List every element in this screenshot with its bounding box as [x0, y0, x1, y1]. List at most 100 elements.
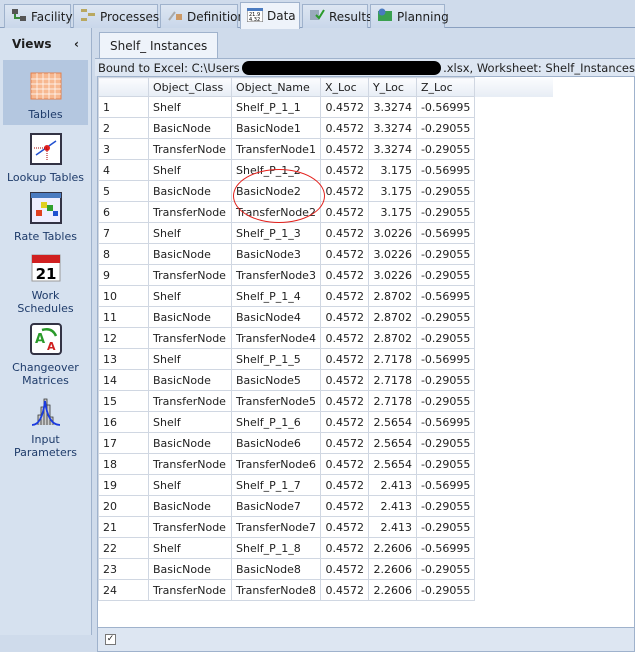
cell-x_loc[interactable]: 0.4572 [319, 138, 369, 160]
cell-object_class[interactable]: Shelf [148, 537, 232, 559]
cell-y_loc[interactable]: 2.5654 [367, 453, 417, 475]
cell-y_loc[interactable]: 3.3274 [367, 138, 417, 160]
cell-y_loc[interactable]: 2.7178 [367, 390, 417, 412]
table-row[interactable]: 18 TransferNode TransferNode6 0.4572 2.5654-… [98, 453, 553, 475]
row-number[interactable]: 11 [98, 306, 149, 328]
column-header-object_name[interactable]: Object_Name [231, 77, 321, 97]
cell-x_loc[interactable]: 0.4572 [319, 285, 369, 307]
cell-y_loc[interactable]: 2.2606 [367, 579, 417, 601]
cell-object_name[interactable]: Shelf_P_1_5 [231, 348, 321, 370]
table-row[interactable]: 7 Shelf Shelf_P_1_3 0.4572 3.0226 -0.56995 [98, 222, 553, 244]
cell-x_loc[interactable]: 0.4572 [319, 348, 369, 370]
cell-x_loc[interactable]: 0.4572 [319, 117, 369, 139]
cell-y_loc[interactable]: 2.8702 [367, 306, 417, 328]
row-number[interactable]: 13 [98, 348, 149, 370]
cell-y_loc[interactable]: 2.2606 [367, 558, 417, 580]
cell-y_loc[interactable]: 2.8702 [367, 327, 417, 349]
column-header-object_class[interactable]: Object_Class [148, 77, 232, 97]
cell-object_class[interactable]: TransferNode [148, 516, 232, 538]
cell-z_loc[interactable]: -0.29055 [415, 369, 476, 391]
sidebar-item-tables[interactable]: Tables [3, 60, 88, 125]
cell-object_name[interactable]: TransferNode6 [231, 453, 321, 475]
table-row[interactable]: 3 TransferNode TransferNode1 0.4572 3.3274 -0… [98, 138, 553, 160]
cell-x_loc[interactable]: 0.4572 [319, 96, 369, 118]
sidebar-item-input-parameters[interactable]: Input Parameters [0, 391, 91, 459]
cell-z_loc[interactable]: -0.29055 [415, 117, 476, 139]
cell-object_class[interactable]: BasicNode [148, 432, 232, 454]
cell-x_loc[interactable]: 0.4572 [319, 537, 369, 559]
row-number[interactable]: 14 [98, 369, 149, 391]
table-row[interactable]: 22 Shelf Shelf_P_1_8 0.4572 2.2606 -0.56995 [98, 537, 553, 559]
cell-x_loc[interactable]: 0.4572 [319, 579, 369, 601]
cell-z_loc[interactable]: -0.29055 [415, 264, 476, 286]
tab-planning[interactable]: Planning [370, 4, 449, 28]
cell-x_loc[interactable]: 0.4572 [319, 180, 369, 202]
tab-data[interactable]: 21.9 4.32 Data [240, 2, 300, 29]
table-row[interactable]: 6 TransferNode TransferNode2 0.4572 3.175 -0.… [98, 201, 553, 223]
table-row[interactable]: 15 TransferNode TransferNode5 0.4572 2.7178-… [98, 390, 553, 412]
cell-y_loc[interactable]: 3.175 [367, 159, 417, 181]
tab-facility[interactable]: Facility [4, 4, 73, 28]
tab-definitions[interactable]: Definitions [160, 4, 251, 28]
cell-x_loc[interactable]: 0.4572 [319, 243, 369, 265]
cell-z_loc[interactable]: -0.56995 [415, 348, 476, 370]
cell-z_loc[interactable]: -0.29055 [415, 516, 476, 538]
table-row[interactable]: 16 Shelf Shelf_P_1_6 0.4572 2.5654 -0.56995 [98, 411, 553, 433]
table-row[interactable]: 20 BasicNode BasicNode7 0.4572 2.413 -0.29055 [98, 495, 553, 517]
row-number[interactable]: 8 [98, 243, 149, 265]
cell-object_name[interactable]: TransferNode3 [231, 264, 321, 286]
cell-x_loc[interactable]: 0.4572 [319, 390, 369, 412]
cell-object_class[interactable]: Shelf [148, 348, 232, 370]
cell-object_name[interactable]: Shelf_P_1_6 [231, 411, 321, 433]
cell-x_loc[interactable]: 0.4572 [319, 453, 369, 475]
table-row[interactable]: 5 BasicNode BasicNode2 0.4572 3.175 -0.29055 [98, 180, 553, 202]
row-number[interactable]: 20 [98, 495, 149, 517]
cell-z_loc[interactable]: -0.29055 [415, 243, 476, 265]
row-number[interactable]: 6 [98, 201, 149, 223]
table-row[interactable]: 9 TransferNode TransferNode3 0.4572 3.0226 -0… [98, 264, 553, 286]
cell-object_class[interactable]: TransferNode [148, 453, 232, 475]
cell-object_name[interactable]: BasicNode4 [231, 306, 321, 328]
cell-z_loc[interactable]: -0.29055 [415, 390, 476, 412]
table-row[interactable]: 2 BasicNode BasicNode1 0.4572 3.3274 -0.29055 [98, 117, 553, 139]
cell-z_loc[interactable]: -0.56995 [415, 285, 476, 307]
cell-x_loc[interactable]: 0.4572 [319, 159, 369, 181]
row-number[interactable]: 17 [98, 432, 149, 454]
cell-object_name[interactable]: BasicNode6 [231, 432, 321, 454]
row-number[interactable]: 2 [98, 117, 149, 139]
cell-object_name[interactable]: BasicNode5 [231, 369, 321, 391]
cell-object_name[interactable]: BasicNode3 [231, 243, 321, 265]
cell-x_loc[interactable]: 0.4572 [319, 495, 369, 517]
sidebar-item-changeover-matrices[interactable]: A A Changeover Matrices [0, 319, 91, 387]
table-row[interactable]: 24 TransferNode TransferNode8 0.4572 2.2606-… [98, 579, 553, 601]
cell-object_class[interactable]: Shelf [148, 96, 232, 118]
tab-processes[interactable]: Processes [73, 4, 159, 28]
column-header[interactable] [474, 77, 553, 97]
table-row[interactable]: 19 Shelf Shelf_P_1_7 0.4572 2.413 -0.56995 [98, 474, 553, 496]
cell-object_name[interactable]: TransferNode1 [231, 138, 321, 160]
table-row[interactable]: 8 BasicNode BasicNode3 0.4572 3.0226 -0.29055 [98, 243, 553, 265]
data-grid[interactable]: Object_Class Object_Name X_Loc Y_Loc Z_Loc 1 S… [97, 76, 635, 628]
row-number[interactable]: 19 [98, 474, 149, 496]
cell-object_class[interactable]: BasicNode [148, 558, 232, 580]
cell-object_name[interactable]: Shelf_P_1_3 [231, 222, 321, 244]
cell-z_loc[interactable]: -0.29055 [415, 180, 476, 202]
tab-shelf-instances[interactable]: Shelf_ Instances [99, 32, 219, 58]
cell-z_loc[interactable]: -0.56995 [415, 411, 476, 433]
table-row[interactable]: 21 TransferNode TransferNode7 0.4572 2.413 -0… [98, 516, 553, 538]
cell-object_name[interactable]: BasicNode7 [231, 495, 321, 517]
cell-x_loc[interactable]: 0.4572 [319, 474, 369, 496]
row-number[interactable]: 12 [98, 327, 149, 349]
table-row[interactable]: 11 BasicNode BasicNode4 0.4572 2.8702 -0.2905… [98, 306, 553, 328]
cell-y_loc[interactable]: 3.0226 [367, 243, 417, 265]
cell-object_name[interactable]: BasicNode8 [231, 558, 321, 580]
cell-y_loc[interactable]: 2.7178 [367, 348, 417, 370]
cell-z_loc[interactable]: -0.29055 [415, 453, 476, 475]
cell-object_name[interactable]: TransferNode7 [231, 516, 321, 538]
cell-y_loc[interactable]: 3.175 [367, 180, 417, 202]
cell-object_class[interactable]: BasicNode [148, 117, 232, 139]
row-number[interactable]: 23 [98, 558, 149, 580]
footer-checkbox[interactable]: ✓ [105, 634, 116, 645]
cell-object_class[interactable]: BasicNode [148, 495, 232, 517]
cell-object_class[interactable]: TransferNode [148, 201, 232, 223]
